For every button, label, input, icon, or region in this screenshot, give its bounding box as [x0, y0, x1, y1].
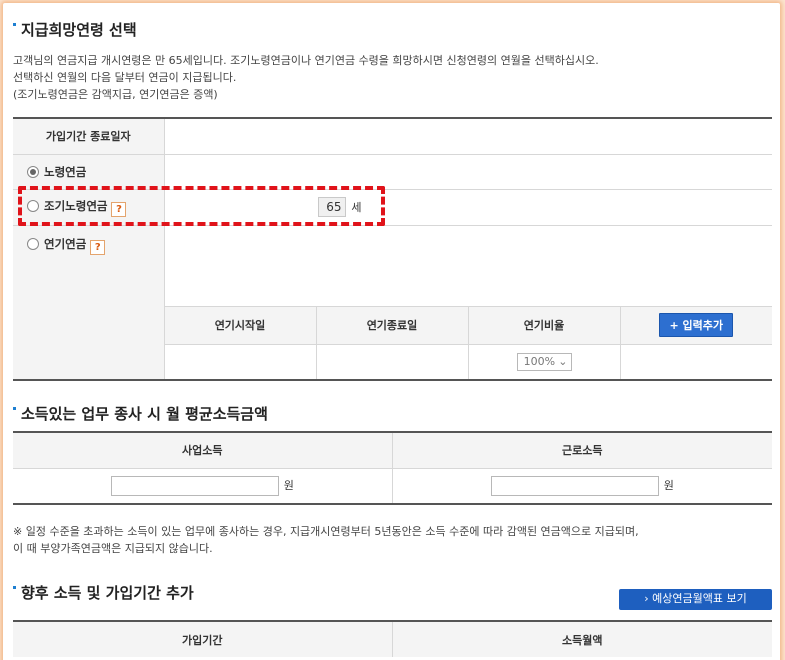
earned-income-header: 근로소득 — [392, 431, 772, 469]
income-table: 사업소득 근로소득 원 원 — [13, 431, 772, 505]
option-deferred-pension[interactable]: 연기연금? — [13, 225, 165, 306]
deferral-ratio-header: 연기비율 — [468, 306, 621, 345]
view-expected-pension-button[interactable]: › 예상연금월액표 보기 — [619, 589, 772, 610]
earned-income-input[interactable] — [490, 475, 659, 496]
end-date-label: 가입기간 종료일자 — [13, 117, 165, 155]
deferral-end-cell[interactable] — [316, 344, 469, 381]
future-income-table: 가입기간 소득월액 — [13, 620, 772, 657]
income-note: ※ 일정 수준을 초과하는 소득이 있는 업무에 종사하는 경우, 지급개시연령… — [13, 525, 639, 555]
help-icon[interactable]: ? — [90, 239, 106, 255]
business-income-input[interactable] — [110, 475, 279, 496]
highlight-dashed-box — [18, 186, 385, 226]
radio-deferred[interactable] — [27, 237, 39, 250]
age-description: 고객님의 연금지급 개시연령은 만 65세입니다. 조기노령연금이나 연기연금 … — [13, 54, 599, 101]
monthly-income-header: 소득월액 — [392, 620, 772, 657]
deferral-start-cell[interactable] — [164, 344, 317, 381]
section-title-future: 향후 소득 및 가입기간 추가 — [13, 582, 194, 603]
deferral-start-header: 연기시작일 — [164, 306, 317, 345]
section-title-income: 소득있는 업무 종사 시 월 평균소득금액 — [13, 403, 268, 424]
deferral-end-header: 연기종료일 — [316, 306, 469, 345]
business-income-header: 사업소득 — [13, 431, 393, 469]
radio-old-age[interactable] — [27, 165, 39, 178]
option-old-age-pension[interactable]: 노령연금 — [13, 154, 165, 190]
period-header: 가입기간 — [13, 620, 393, 657]
pension-type-table: 가입기간 종료일자 노령연금 조기노령연금? 65 세 연기연금? 연기시작일 … — [13, 117, 772, 381]
add-input-button[interactable]: + 입력추가 — [659, 313, 734, 337]
end-date-value — [164, 117, 772, 155]
ratio-select[interactable]: 100% ⌄ — [516, 352, 572, 371]
chevron-down-icon: ⌄ — [558, 354, 568, 368]
section-title-age: 지급희망연령 선택 — [13, 19, 137, 40]
